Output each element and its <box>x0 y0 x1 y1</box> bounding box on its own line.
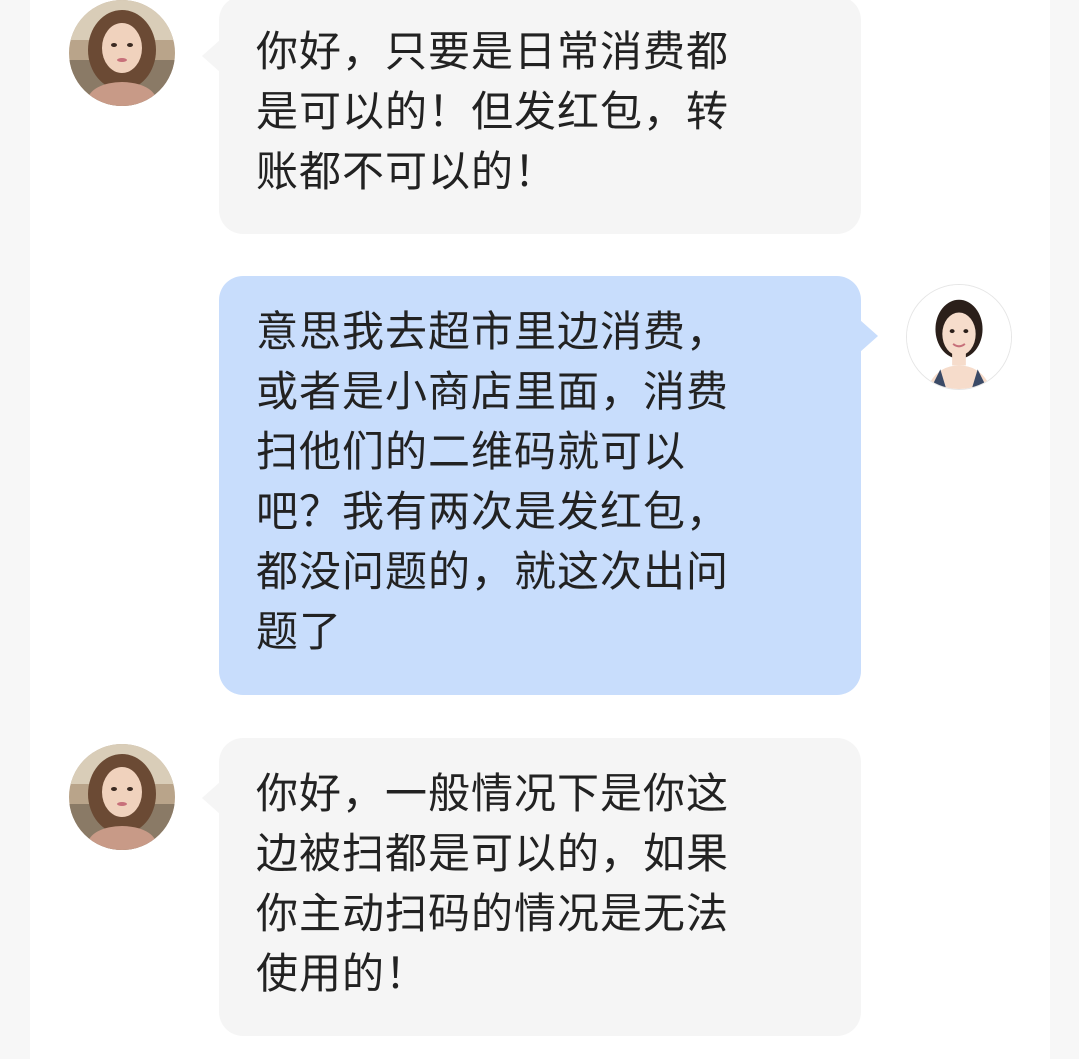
agent-avatar-icon <box>69 744 175 850</box>
incoming-message-bubble[interactable]: 你好，一般情况下是你这 边被扫都是可以的，如果 你主动扫码的情况是无法 使用的！ <box>219 738 861 1036</box>
outgoing-message-bubble[interactable]: 意思我去超市里边消费， 或者是小商店里面，消费 扫他们的二维码就可以 吧？我有两… <box>219 276 861 695</box>
bubble-tail <box>860 320 878 352</box>
agent-avatar[interactable] <box>69 744 175 850</box>
bubble-tail <box>202 782 220 814</box>
user-avatar-icon <box>907 285 1011 389</box>
bubble-tail <box>202 40 220 72</box>
incoming-message-bubble[interactable]: 你好，只要是日常消费都 是可以的！但发红包，转 账都不可以的！ <box>219 0 861 234</box>
user-avatar[interactable] <box>906 284 1012 390</box>
agent-avatar[interactable] <box>69 0 175 106</box>
agent-avatar-icon <box>69 0 175 106</box>
